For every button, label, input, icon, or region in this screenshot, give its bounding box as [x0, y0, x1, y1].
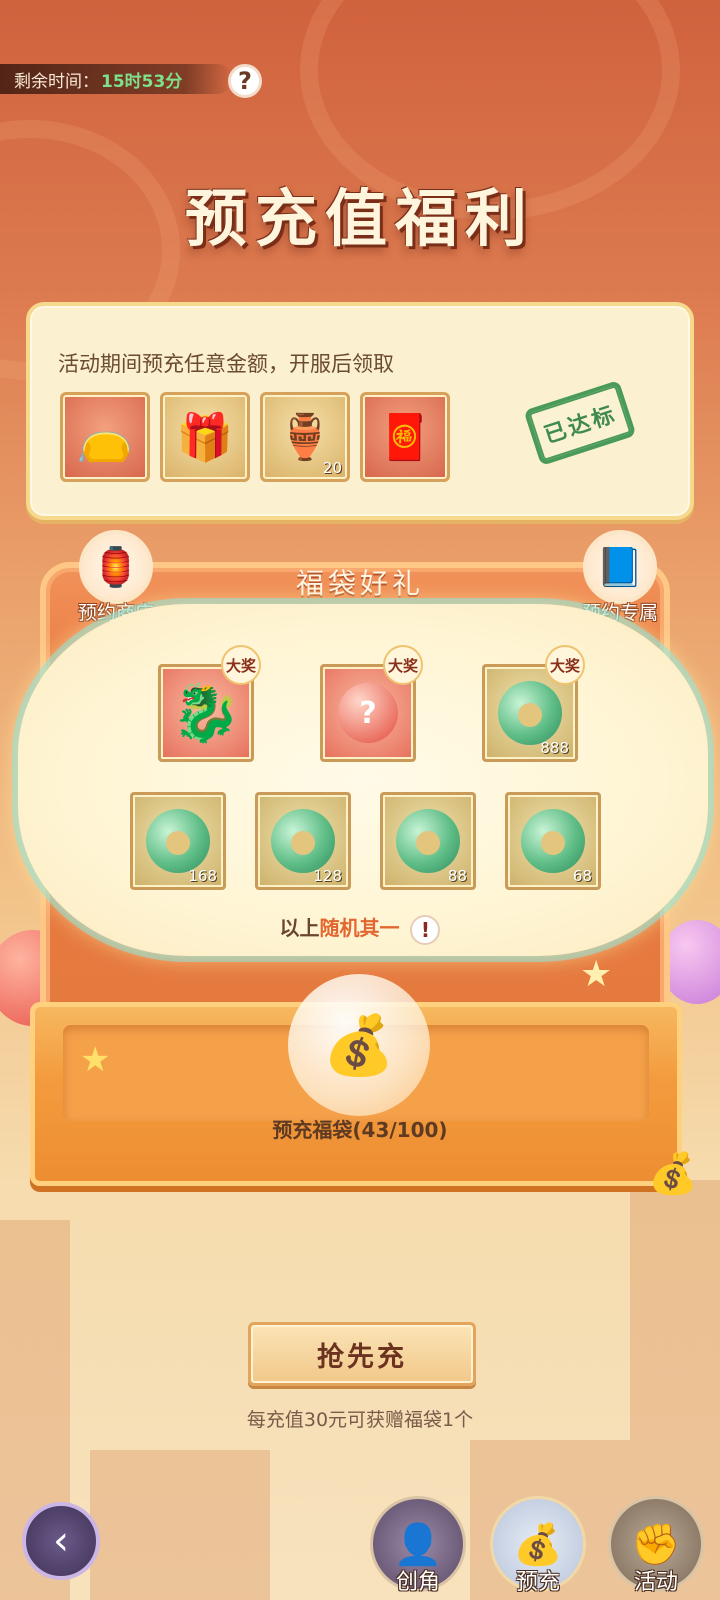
nav-label: 创角: [395, 1570, 440, 1595]
gift-box-icon: 🎁: [176, 409, 234, 464]
grand-prize-badge: 大奖: [221, 645, 261, 685]
dragon-mount-icon: 🐉: [171, 681, 241, 746]
back-button[interactable]: ‹: [22, 1502, 100, 1580]
reached-stamp: 已达标: [523, 379, 637, 467]
precharge-reward-card: 活动期间预充任意金额，开服后领取 👝 🎁 🏺 20 🧧 已达标: [26, 302, 694, 520]
shop-icon: 🏮: [79, 530, 153, 604]
exclamation-icon[interactable]: !: [410, 914, 441, 945]
nav-activity[interactable]: ✊ 活动: [606, 1496, 706, 1596]
grand-prize-badge: 大奖: [545, 645, 585, 685]
help-icon[interactable]: ?: [228, 64, 262, 98]
nav-label: 活动: [633, 1570, 678, 1595]
precharge-button[interactable]: 抢先充: [248, 1322, 476, 1386]
prize-count: 88: [447, 867, 467, 885]
star-decoration: ★: [80, 1040, 111, 1080]
nav-create-character[interactable]: 👤 创角: [368, 1496, 468, 1596]
jade-icon: [521, 809, 585, 873]
back-arrow-icon: ‹: [53, 1518, 69, 1564]
lucky-bag-progress: 预充福袋(43/100): [272, 1118, 448, 1142]
red-envelope-icon: 🧧: [377, 412, 433, 463]
potion-icon: 🏺: [277, 412, 333, 463]
prize-count: 128: [313, 867, 342, 885]
reward-item[interactable]: 🏺 20: [260, 392, 350, 482]
lucky-bag-icon: 💰: [322, 1010, 396, 1079]
prize-item[interactable]: 🐉 大奖: [158, 645, 261, 762]
prize-item[interactable]: 大奖 888: [482, 645, 585, 762]
reward-item[interactable]: 👝: [60, 392, 150, 482]
reward-item[interactable]: 🎁: [160, 392, 250, 482]
reward-items-row: 👝 🎁 🏺 20 🧧: [60, 392, 450, 482]
page-title: 预充值福利: [184, 182, 535, 255]
prize-item[interactable]: 168: [130, 792, 226, 890]
jade-icon: [498, 681, 562, 745]
remaining-time-bar: 剩余时间： 15时53分: [0, 64, 232, 94]
mystery-orb-icon: ?: [338, 683, 398, 743]
nav-label: 预充: [515, 1570, 560, 1595]
remaining-time-value: 15时53分: [101, 71, 183, 92]
background-building: [90, 1450, 270, 1600]
jade-icon: [146, 809, 210, 873]
prize-item[interactable]: 128: [255, 792, 351, 890]
item-count: 20: [322, 459, 342, 477]
book-icon: 📘: [583, 530, 657, 604]
star-decoration: ★: [580, 954, 613, 995]
nav-precharge[interactable]: 💰 预充: [488, 1496, 588, 1596]
jade-icon: [271, 809, 335, 873]
jade-icon: [396, 809, 460, 873]
prize-cloud: [18, 604, 708, 956]
precharge-subtext: 每充值30元可获赠福袋1个: [246, 1409, 474, 1431]
prize-count: 888: [540, 739, 569, 757]
purple-bag-icon: 👝: [76, 409, 134, 464]
reward-item[interactable]: 🧧: [360, 392, 450, 482]
prize-count: 168: [188, 867, 217, 885]
remaining-time-label: 剩余时间：: [14, 71, 99, 92]
prize-count: 68: [572, 867, 592, 885]
precharge-notice-text: 活动期间预充任意金额，开服后领取: [58, 352, 394, 376]
random-prefix: 以上: [279, 916, 320, 940]
prize-item[interactable]: ? 大奖: [320, 645, 423, 762]
lucky-bag-button[interactable]: 💰: [288, 974, 430, 1116]
prize-item[interactable]: 68: [505, 792, 601, 890]
random-highlight: 随机其一: [319, 916, 400, 940]
prize-item[interactable]: 88: [380, 792, 476, 890]
random-one-note: 以上随机其一 !: [0, 912, 720, 945]
grand-prize-badge: 大奖: [383, 645, 423, 685]
coin-bag-icon: 💰: [648, 1151, 698, 1197]
